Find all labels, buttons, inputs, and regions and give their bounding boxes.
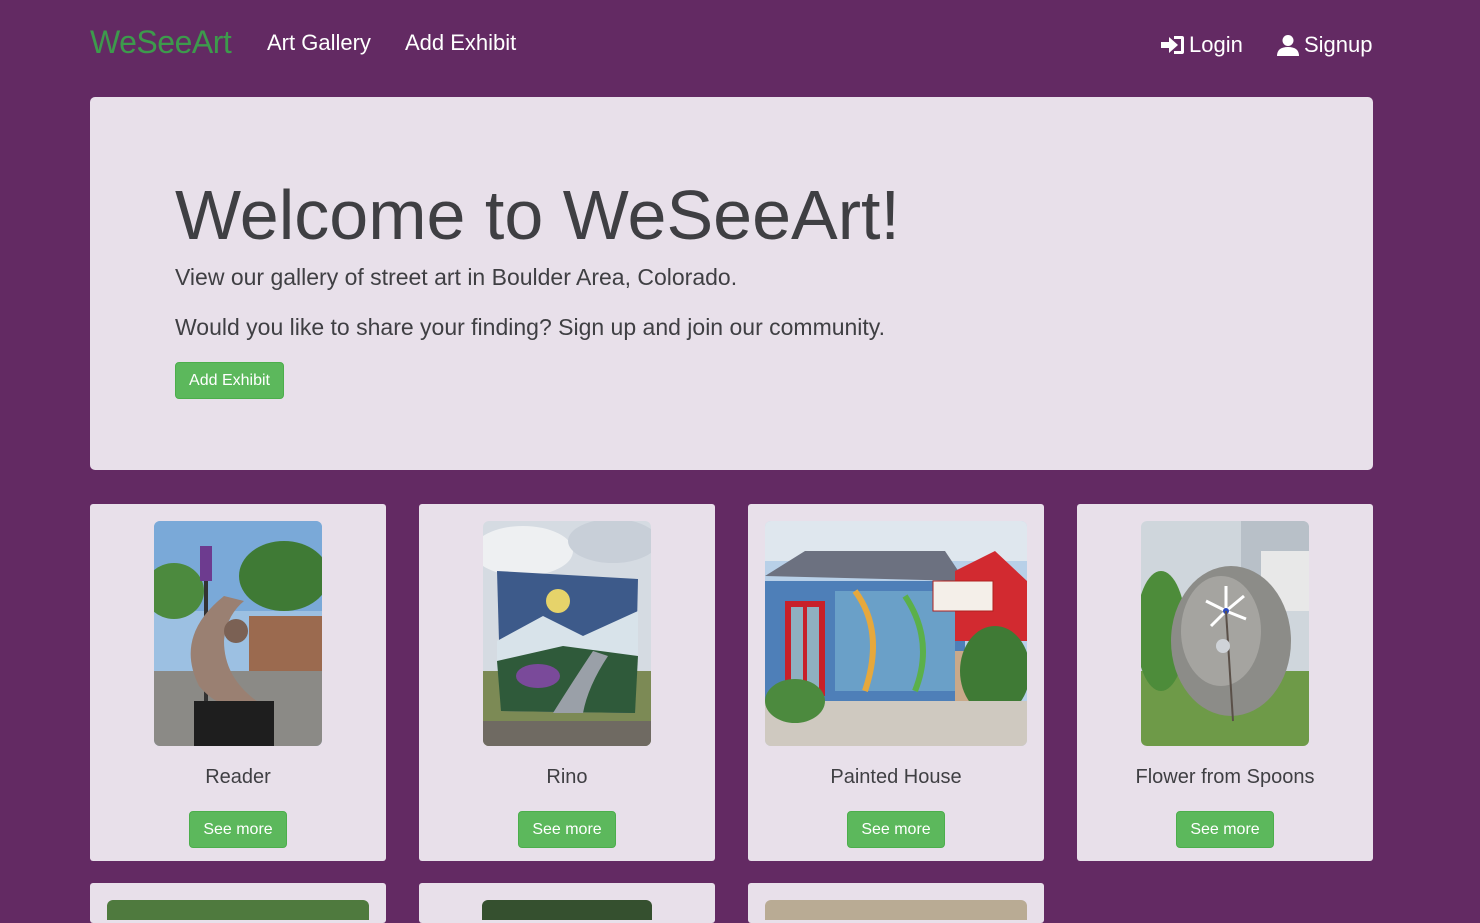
nav-link-add-exhibit[interactable]: Add Exhibit xyxy=(405,30,516,56)
brand-logo[interactable]: WeSeeArt xyxy=(90,24,232,61)
login-label: Login xyxy=(1189,32,1243,57)
exhibit-title: Reader xyxy=(205,766,271,788)
user-icon xyxy=(1276,34,1300,56)
exhibit-title: Rino xyxy=(546,766,588,788)
exhibit-image-rino[interactable] xyxy=(483,521,651,746)
exhibit-image-flower-from-spoons[interactable] xyxy=(1141,521,1309,746)
exhibit-card: Reader See more xyxy=(90,504,386,861)
exhibit-card-partial xyxy=(90,883,386,923)
exhibit-title: Flower from Spoons xyxy=(1135,766,1315,788)
nav-link-art-gallery[interactable]: Art Gallery xyxy=(267,30,371,56)
see-more-button[interactable]: See more xyxy=(847,811,945,848)
signup-link[interactable]: Signup xyxy=(1276,32,1373,58)
exhibit-image-partial[interactable] xyxy=(765,900,1027,920)
login-link[interactable]: Login xyxy=(1159,32,1243,58)
see-more-button[interactable]: See more xyxy=(189,811,287,848)
navbar: WeSeeArt Art Gallery Add Exhibit Login S… xyxy=(0,0,1480,90)
signup-label: Signup xyxy=(1304,32,1373,57)
exhibit-card-partial xyxy=(419,883,715,923)
exhibit-image-painted-house[interactable] xyxy=(765,521,1027,746)
exhibit-image-reader[interactable] xyxy=(154,521,322,746)
see-more-button[interactable]: See more xyxy=(1176,811,1274,848)
exhibit-card: Rino See more xyxy=(419,504,715,861)
exhibit-card: Flower from Spoons See more xyxy=(1077,504,1373,861)
exhibit-card: Painted House See more xyxy=(748,504,1044,861)
exhibit-image-partial[interactable] xyxy=(482,900,652,920)
login-icon xyxy=(1159,34,1185,56)
hero-panel: Welcome to WeSeeArt! View our gallery of… xyxy=(90,97,1373,470)
exhibit-title: Painted House xyxy=(830,766,962,788)
see-more-button[interactable]: See more xyxy=(518,811,616,848)
exhibit-image-partial[interactable] xyxy=(107,900,369,920)
exhibit-card-partial xyxy=(748,883,1044,923)
hero-description: View our gallery of street art in Boulde… xyxy=(175,264,738,290)
hero-invitation: Would you like to share your finding? Si… xyxy=(175,314,885,340)
add-exhibit-button[interactable]: Add Exhibit xyxy=(175,362,284,399)
hero-title: Welcome to WeSeeArt! xyxy=(175,176,900,254)
